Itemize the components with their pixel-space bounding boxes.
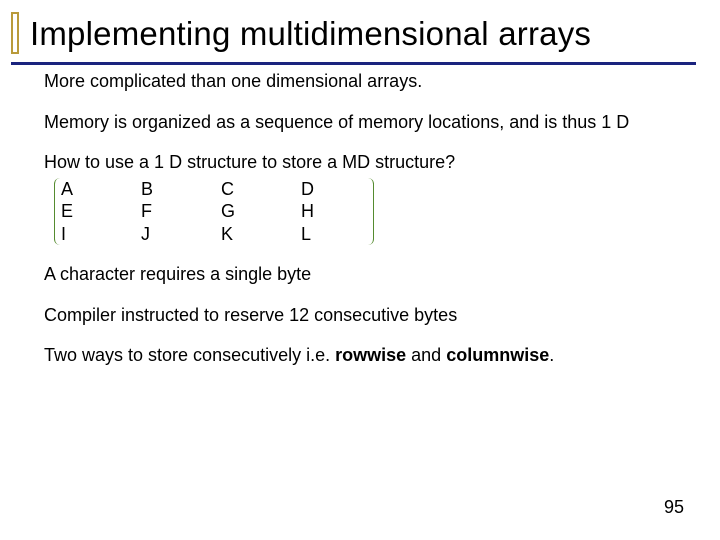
grid-cell: F [141, 200, 221, 223]
grid-row: E F G H [61, 200, 367, 223]
grid-cell: K [221, 223, 301, 246]
paragraph: How to use a 1 D structure to store a MD… [44, 151, 679, 174]
paragraph: More complicated than one dimensional ar… [44, 70, 679, 93]
paragraph: A character requires a single byte [44, 263, 679, 286]
emphasis-columnwise: columnwise [446, 345, 549, 365]
slide-content: More complicated than one dimensional ar… [44, 70, 679, 385]
grid-cell: E [61, 200, 141, 223]
text-fragment: . [549, 345, 554, 365]
grid-row: I J K L [61, 223, 367, 246]
grid-row: A B C D [61, 178, 367, 201]
grid-cell: B [141, 178, 221, 201]
paragraph: Two ways to store consecutively i.e. row… [44, 344, 679, 367]
grid-cell: C [221, 178, 301, 201]
grid-cell: D [301, 178, 381, 201]
grid-cell: I [61, 223, 141, 246]
grid-cell: J [141, 223, 221, 246]
title-underline [11, 62, 696, 65]
paragraph: Compiler instructed to reserve 12 consec… [44, 304, 679, 327]
grid-cell: H [301, 200, 381, 223]
page-number: 95 [664, 497, 684, 518]
text-fragment: and [406, 345, 446, 365]
character-grid: A B C D E F G H I J K L [54, 178, 374, 246]
slide-title: Implementing multidimensional arrays [30, 15, 591, 53]
title-accent-box [11, 12, 19, 54]
grid-cell: G [221, 200, 301, 223]
emphasis-rowwise: rowwise [335, 345, 406, 365]
grid-cell: L [301, 223, 381, 246]
text-fragment: Two ways to store consecutively i.e. [44, 345, 335, 365]
paragraph: Memory is organized as a sequence of mem… [44, 111, 679, 134]
grid-cell: A [61, 178, 141, 201]
